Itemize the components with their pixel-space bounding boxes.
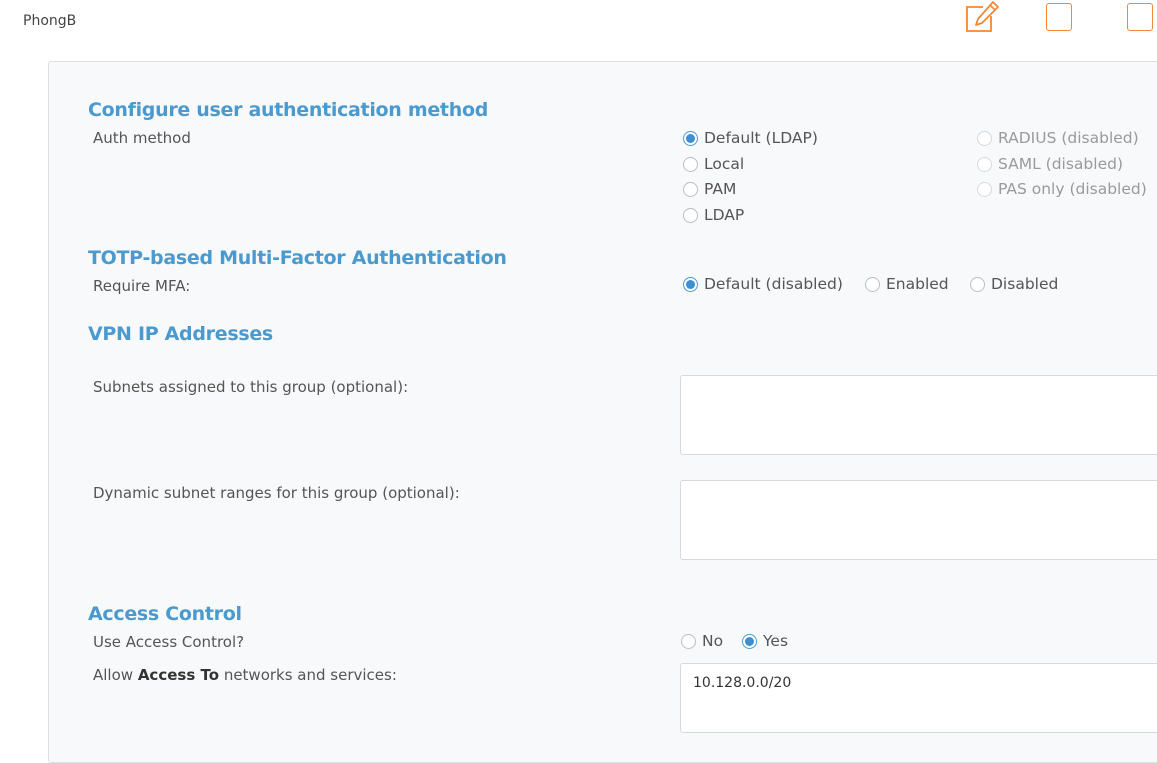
subnets-label: Subnets assigned to this group (optional… — [93, 378, 409, 396]
subnets-field[interactable] — [680, 375, 1157, 455]
radio-icon — [970, 276, 985, 292]
radio-icon — [681, 633, 696, 649]
mfa-option-enabled[interactable]: Enabled — [865, 275, 949, 293]
radio-icon — [683, 156, 698, 172]
auth-option-pas-only: PAS only (disabled) — [977, 180, 1147, 198]
dynamic-subnets-label: Dynamic subnet ranges for this group (op… — [93, 484, 460, 502]
radio-icon — [977, 130, 992, 146]
square-icon — [1046, 3, 1072, 31]
access-section-title: Access Control — [88, 603, 242, 625]
square-icon — [1127, 3, 1153, 31]
auth-method-label: Auth method — [93, 129, 191, 147]
radio-icon — [977, 156, 992, 172]
radio-icon — [683, 207, 698, 223]
allow-access-field[interactable] — [680, 663, 1157, 733]
dynamic-subnets-field[interactable] — [680, 480, 1157, 560]
auth-option-saml: SAML (disabled) — [977, 155, 1123, 173]
allow-access-label: Allow Access To networks and services: — [93, 666, 397, 684]
radio-icon — [977, 181, 992, 197]
radio-icon — [865, 276, 880, 292]
use-access-control-label: Use Access Control? — [93, 633, 245, 651]
group-name: PhongB — [23, 13, 77, 29]
auth-option-default-ldap[interactable]: Default (LDAP) — [683, 129, 818, 147]
mfa-section-title: TOTP-based Multi-Factor Authentication — [88, 247, 507, 269]
mfa-option-disabled[interactable]: Disabled — [970, 275, 1058, 293]
radio-icon — [683, 276, 698, 292]
radio-icon — [683, 181, 698, 197]
auth-option-radius: RADIUS (disabled) — [977, 129, 1139, 147]
auth-option-local[interactable]: Local — [683, 155, 744, 173]
vpn-section-title: VPN IP Addresses — [88, 323, 273, 345]
require-mfa-label: Require MFA: — [93, 277, 191, 295]
edit-icon — [966, 1, 999, 32]
auth-option-ldap[interactable]: LDAP — [683, 206, 744, 224]
action-button-1[interactable] — [1046, 3, 1076, 33]
action-button-2[interactable] — [1127, 3, 1157, 33]
radio-icon — [683, 130, 698, 146]
auth-option-pam[interactable]: PAM — [683, 180, 736, 198]
access-option-yes[interactable]: Yes — [742, 632, 788, 650]
mfa-option-default[interactable]: Default (disabled) — [683, 275, 843, 293]
edit-button[interactable] — [963, 0, 1001, 36]
radio-icon — [742, 633, 757, 649]
access-option-no[interactable]: No — [681, 632, 723, 650]
auth-section-title: Configure user authentication method — [88, 99, 488, 121]
